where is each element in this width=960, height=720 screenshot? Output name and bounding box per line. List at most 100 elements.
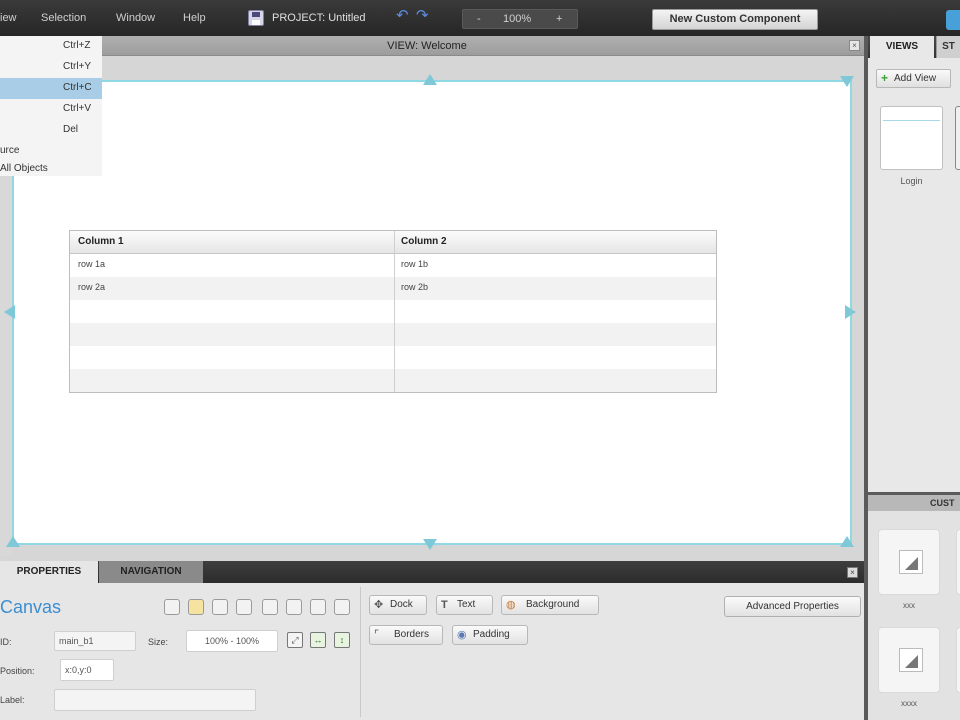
resize-handle-top-right[interactable] [840,76,854,87]
bring-forward-icon[interactable] [262,599,278,615]
menu-item-redo[interactable]: Ctrl+Y [0,57,102,78]
padding-button-label: Padding [473,629,510,640]
tab-properties[interactable]: PROPERTIES [0,561,98,583]
properties-panel: Canvas ID: main_b1 Size: 100% - 100% ⤢ ↔… [0,583,864,720]
padding-button[interactable]: ◉ Padding [452,625,528,645]
component-tile[interactable] [878,627,940,693]
grid-column-divider[interactable] [394,231,395,392]
borders-button[interactable]: ⌜ Borders [369,625,443,645]
component-tile[interactable] [956,529,960,595]
menu-item-delete[interactable]: Del [0,120,102,141]
resize-handle-bottom-left[interactable] [6,536,20,547]
grid-header: Column 1 Column 2 [70,231,716,254]
grid-column-header[interactable]: Column 2 [401,236,447,247]
view-thumbnail-login[interactable] [880,106,943,170]
redo-icon[interactable]: ↷ [416,8,429,23]
menu-item-select-all[interactable]: All Objects [0,162,102,176]
grid-row[interactable] [70,369,716,392]
menu-item-copy[interactable]: Ctrl+C [0,78,102,99]
menu-item-paste[interactable]: Ctrl+V [0,99,102,120]
menu-shortcut: Ctrl+C [63,82,92,93]
dock-button-label: Dock [390,599,413,610]
menu-shortcut: Del [63,124,79,135]
custom-panel-header: CUST [868,495,960,511]
fit-width-icon[interactable]: ↔ [310,632,326,648]
grid-column-header[interactable]: Column 1 [78,236,124,247]
component-label: xxxx [901,699,917,708]
grid-row[interactable] [70,323,716,346]
properties-tabs: PROPERTIES NAVIGATION × [0,561,864,583]
background-icon: ◍ [506,599,516,611]
menu-selection[interactable]: Selection [41,12,86,24]
close-icon[interactable]: × [849,40,860,51]
menu-help[interactable]: Help [183,12,206,24]
id-label: ID: [0,637,12,647]
menu-item-label: All Objects [0,163,48,174]
menu-item-label: urce [0,145,20,156]
tab-views[interactable]: VIEWS [870,36,934,58]
component-tile[interactable] [878,529,940,595]
position-field[interactable]: x:0,y:0 [60,659,114,681]
menu-window[interactable]: Window [116,12,155,24]
resize-handle-bottom[interactable] [423,539,437,550]
tab-custom[interactable]: CUST [930,498,955,508]
grid-row[interactable] [70,346,716,369]
menu-item-undo[interactable]: Ctrl+Z [0,36,102,57]
menu-view[interactable]: iew [0,12,17,24]
resize-handle-left[interactable] [4,305,15,319]
padding-icon: ◉ [457,629,467,641]
size-field[interactable]: 100% - 100% [186,630,278,652]
new-custom-component-button[interactable]: New Custom Component [652,9,818,30]
trash-icon[interactable] [212,599,228,615]
select-icon[interactable] [164,599,180,615]
resize-handle-top[interactable] [423,74,437,85]
resize-handle-bottom-right[interactable] [840,536,854,547]
custom-components-panel: CUST xxx xxxx [868,495,960,720]
dock-button[interactable]: ✥ Dock [369,595,427,615]
send-backward-icon[interactable] [286,599,302,615]
group-icon[interactable] [310,599,326,615]
component-label: xxx [903,601,915,610]
zoom-control: - 100% + [462,9,578,29]
close-icon[interactable]: × [847,567,858,578]
views-panel: VIEWS ST + Add View Login [868,36,960,492]
fit-height-icon[interactable]: ↕ [334,632,350,648]
view-thumbnail[interactable] [955,106,960,170]
menu-item-source[interactable]: urce [0,141,102,162]
id-field[interactable]: main_b1 [54,631,136,651]
account-icon[interactable] [946,10,960,30]
grid-row[interactable]: row 2a row 2b [70,277,716,300]
undo-icon[interactable]: ↶ [396,8,409,23]
tab-navigation[interactable]: NAVIGATION [99,561,203,583]
grid-row[interactable]: row 1a row 1b [70,254,716,277]
ungroup-icon[interactable] [334,599,350,615]
lock-icon[interactable] [188,599,204,615]
duplicate-icon[interactable] [236,599,252,615]
view-thumbnail-label: Login [900,176,923,186]
background-button-label: Background [526,599,580,610]
grid-cell: row 2b [401,282,429,292]
borders-icon: ⌜ [374,629,380,641]
data-grid[interactable]: Column 1 Column 2 row 1a row 1b row 2a r… [69,230,717,393]
resize-icon[interactable]: ⤢ [287,632,303,648]
grid-row[interactable] [70,300,716,323]
views-tabs: VIEWS ST [868,36,960,58]
add-view-button[interactable]: + Add View [876,69,951,88]
resize-handle-right[interactable] [845,305,856,319]
save-icon[interactable] [248,10,264,26]
background-button[interactable]: ◍ Background [501,595,599,615]
text-button-label: Text [457,599,476,610]
zoom-in-button[interactable]: + [556,13,562,25]
label-field[interactable] [54,689,256,711]
zoom-out-button[interactable]: - [477,13,481,25]
project-title: PROJECT: Untitled [272,12,366,24]
menu-shortcut: Ctrl+Z [63,40,91,51]
tab-styles[interactable]: ST [936,36,960,58]
text-button[interactable]: T Text [436,595,493,615]
advanced-properties-button[interactable]: Advanced Properties [724,596,861,617]
menubar: iew Selection Window Help PROJECT: Untit… [0,0,960,36]
component-tile[interactable] [956,627,960,693]
zoom-level: 100% [503,13,532,25]
borders-button-label: Borders [394,629,430,640]
dock-icon: ✥ [374,599,384,611]
